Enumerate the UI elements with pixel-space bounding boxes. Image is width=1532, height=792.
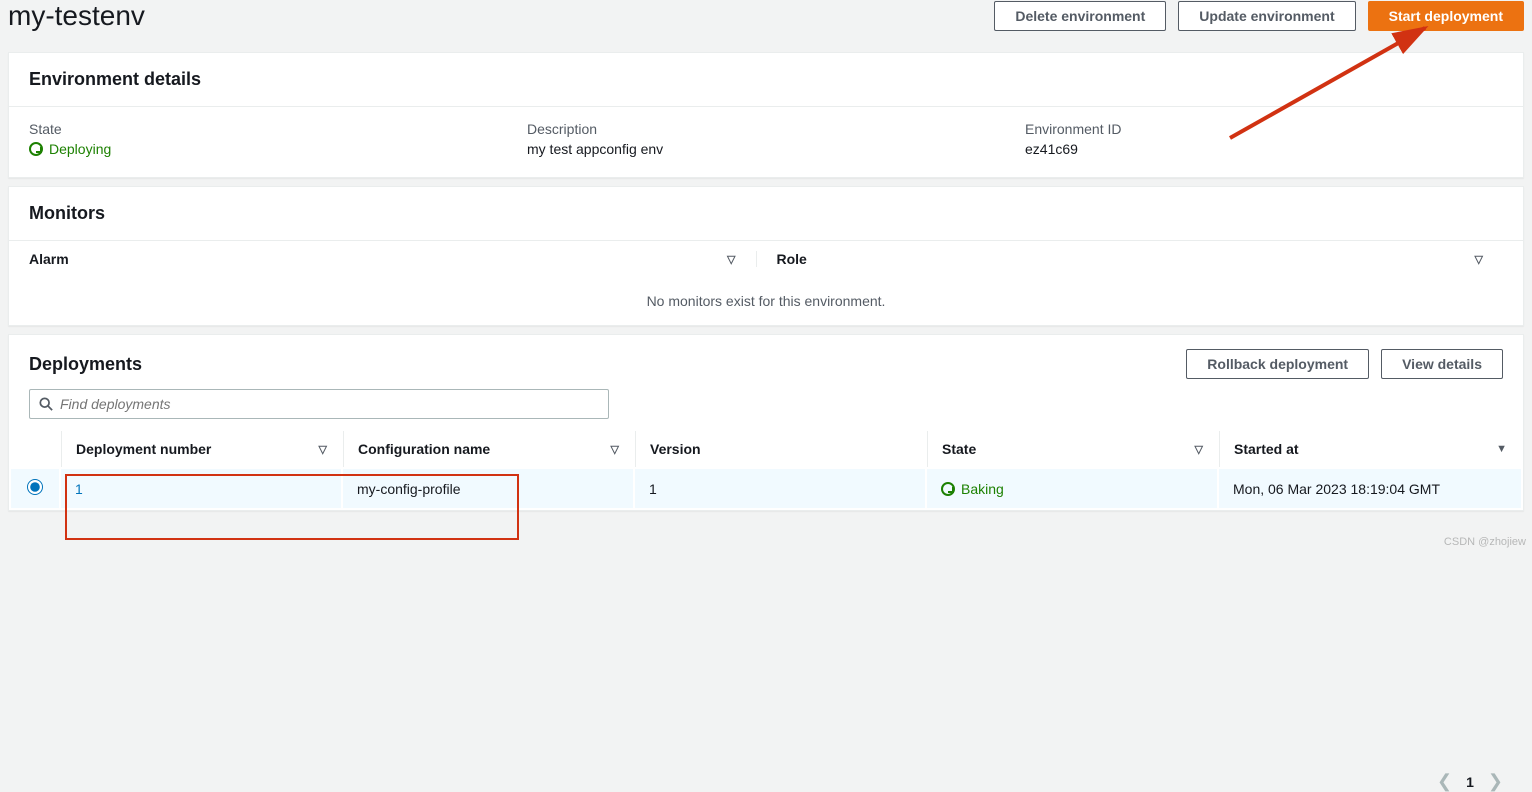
search-input[interactable] — [29, 389, 609, 419]
row-radio[interactable] — [27, 479, 43, 495]
monitors-col-alarm[interactable]: Alarm ▽ — [29, 251, 757, 267]
state-label: State — [29, 121, 507, 137]
environment-details-panel: Environment details State Deploying Desc… — [8, 52, 1524, 178]
col-deployment-number[interactable]: Deployment number▽ — [61, 431, 341, 467]
deployments-title: Deployments — [29, 354, 142, 375]
view-details-button[interactable]: View details — [1381, 349, 1503, 379]
col-started-at[interactable]: Started at▼ — [1219, 431, 1521, 467]
detail-state: State Deploying — [29, 121, 507, 157]
pager-current: 1 — [1466, 774, 1474, 790]
started-at-cell: Mon, 06 Mar 2023 18:19:04 GMT — [1219, 469, 1521, 508]
sort-icon: ▽ — [1475, 253, 1483, 266]
monitors-empty-message: No monitors exist for this environment. — [9, 277, 1523, 325]
col-version[interactable]: Version — [635, 431, 925, 467]
pager-next-icon[interactable]: ❯ — [1488, 771, 1503, 792]
monitors-panel: Monitors Alarm ▽ Role ▽ No monitors exis… — [8, 186, 1524, 326]
rollback-deployment-button[interactable]: Rollback deployment — [1186, 349, 1369, 379]
config-name-cell: my-config-profile — [343, 469, 633, 508]
state-value: Deploying — [49, 141, 111, 157]
header-actions: Delete environment Update environment St… — [994, 1, 1524, 31]
col-select — [11, 431, 59, 467]
update-environment-button[interactable]: Update environment — [1178, 1, 1355, 31]
watermark: CSDN @zhojiew — [1444, 536, 1526, 548]
col-state[interactable]: State▽ — [927, 431, 1217, 467]
description-label: Description — [527, 121, 1005, 137]
sort-icon: ▼ — [1496, 443, 1507, 455]
envid-value: ez41c69 — [1025, 141, 1503, 157]
detail-description: Description my test appconfig env — [527, 121, 1005, 157]
pager: ❮ 1 ❯ — [1437, 771, 1503, 792]
page-header: my-testenv Delete environment Update env… — [0, 0, 1532, 44]
deployments-panel: Deployments Rollback deployment View det… — [8, 334, 1524, 511]
sort-icon: ▽ — [1195, 443, 1203, 456]
deployment-number-link[interactable]: 1 — [75, 481, 83, 497]
monitors-title: Monitors — [9, 187, 1523, 240]
sort-icon: ▽ — [611, 443, 619, 456]
monitors-col-role[interactable]: Role ▽ — [757, 251, 1504, 267]
page-title: my-testenv — [8, 0, 145, 32]
search-icon — [39, 397, 53, 411]
deploying-status-icon — [29, 142, 43, 156]
deployments-table: Deployment number▽ Configuration name▽ V… — [9, 429, 1523, 510]
table-row[interactable]: 1 my-config-profile 1 Baking Mon, 06 Mar… — [11, 469, 1521, 508]
state-cell: Baking — [961, 481, 1004, 497]
pager-prev-icon[interactable]: ❮ — [1437, 771, 1452, 792]
start-deployment-button[interactable]: Start deployment — [1368, 1, 1524, 31]
sort-icon: ▽ — [319, 443, 327, 456]
description-value: my test appconfig env — [527, 141, 1005, 157]
delete-environment-button[interactable]: Delete environment — [994, 1, 1166, 31]
version-cell: 1 — [635, 469, 925, 508]
sort-icon: ▽ — [727, 253, 735, 266]
environment-details-title: Environment details — [9, 53, 1523, 106]
baking-status-icon — [941, 482, 955, 496]
detail-envid: Environment ID ez41c69 — [1025, 121, 1503, 157]
envid-label: Environment ID — [1025, 121, 1503, 137]
col-configuration-name[interactable]: Configuration name▽ — [343, 431, 633, 467]
